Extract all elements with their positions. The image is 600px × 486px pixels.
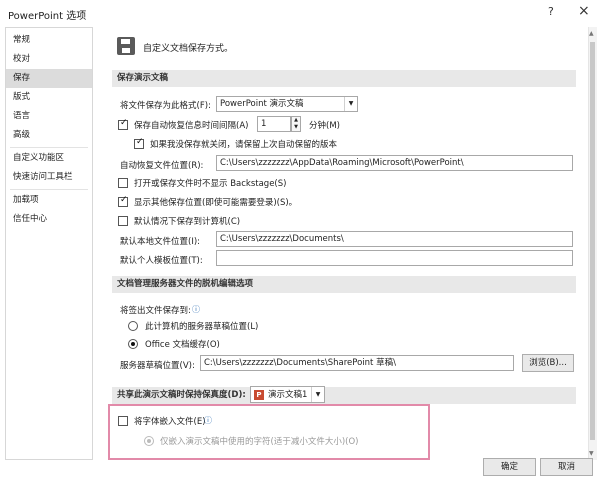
autorecover-minutes-input[interactable]: 1 <box>257 116 291 132</box>
info-icon: ⓘ <box>192 305 200 314</box>
section-offline-editing: 文档管理服务器文件的脱机编辑选项 <box>112 276 576 293</box>
other-locations-checkbox[interactable] <box>118 195 128 207</box>
server-drafts-radio[interactable] <box>128 321 138 331</box>
title-bar <box>0 0 600 26</box>
save-format-value: PowerPoint 演示文稿 <box>220 99 304 109</box>
scroll-up-icon[interactable]: ▲ <box>589 30 594 37</box>
browse-button[interactable]: 浏览(B)... <box>522 354 574 372</box>
panel-heading: 自定义文档保存方式。 <box>143 44 234 54</box>
nav-layout[interactable]: 版式 <box>6 88 92 107</box>
nav-language[interactable]: 语言 <box>6 107 92 126</box>
nav-quick-access[interactable]: 快速访问工具栏 <box>6 168 92 187</box>
options-navigation: 常规 校对 保存 版式 语言 高级 自定义功能区 快速访问工具栏 加载项 信任中… <box>5 27 93 460</box>
template-location-label: 默认个人模板位置(T): <box>120 256 203 266</box>
stepper-down-icon[interactable]: ▼ <box>292 124 300 131</box>
section-save-presentation: 保存演示文稿 <box>112 70 576 87</box>
backstage-checkbox[interactable] <box>118 178 128 188</box>
office-cache-radio[interactable] <box>128 339 138 349</box>
fidelity-document-select[interactable]: P 演示文稿1 ▼ <box>250 386 325 403</box>
nav-proofing[interactable]: 校对 <box>6 50 92 69</box>
highlight-annotation-box <box>108 404 430 460</box>
minutes-stepper[interactable]: ▲ ▼ <box>291 116 301 132</box>
drafts-location-input[interactable]: C:\Users\zzzzzzz\Documents\SharePoint 草稿… <box>200 355 514 371</box>
chevron-down-icon: ▼ <box>311 387 324 402</box>
template-location-input[interactable] <box>216 250 573 266</box>
nav-divider <box>10 147 88 148</box>
help-icon[interactable]: ? <box>548 5 554 18</box>
other-locations-label: 显示其他保存位置(即使可能需要登录)(S)。 <box>134 198 298 208</box>
server-drafts-label: 此计算机的服务器草稿位置(L) <box>145 322 259 332</box>
chevron-down-icon: ▼ <box>344 97 357 111</box>
local-location-label: 默认本地文件位置(I): <box>120 237 201 247</box>
backstage-label: 打开或保存文件时不显示 Backstage(S) <box>134 179 287 189</box>
fidelity-document-name: 演示文稿1 <box>268 390 308 400</box>
scroll-down-icon[interactable]: ▼ <box>589 450 594 457</box>
nav-addins[interactable]: 加载项 <box>6 191 92 210</box>
save-disk-icon <box>117 37 135 55</box>
autorecover-checkbox[interactable] <box>118 118 128 130</box>
nav-advanced[interactable]: 高级 <box>6 126 92 145</box>
default-computer-checkbox[interactable] <box>118 216 128 226</box>
cancel-button[interactable]: 取消 <box>540 458 593 476</box>
save-format-label: 将文件保存为此格式(F): <box>120 101 211 111</box>
checkout-label: 将签出文件保存到: <box>120 306 191 316</box>
nav-general[interactable]: 常规 <box>6 31 92 50</box>
nav-custom-ribbon[interactable]: 自定义功能区 <box>6 149 92 168</box>
save-options-panel: 自定义文档保存方式。 保存演示文稿 将文件保存为此格式(F): PowerPoi… <box>99 27 587 460</box>
window-title: PowerPoint 选项 <box>8 11 87 22</box>
office-cache-label: Office 文档缓存(O) <box>145 340 220 350</box>
autorecover-location-label: 自动恢复文件位置(R): <box>120 161 204 171</box>
local-location-input[interactable]: C:\Users\zzzzzzz\Documents\ <box>216 231 573 247</box>
powerpoint-file-icon: P <box>254 390 264 400</box>
nav-divider <box>10 189 88 190</box>
default-computer-label: 默认情况下保存到计算机(C) <box>134 217 241 227</box>
minutes-unit-label: 分钟(M) <box>309 121 340 131</box>
section-fidelity: 共享此演示文稿时保持保真度(D): <box>112 387 576 404</box>
stepper-up-icon[interactable]: ▲ <box>292 117 300 124</box>
nav-trust-center[interactable]: 信任中心 <box>6 210 92 229</box>
fidelity-label: 共享此演示文稿时保持保真度(D): <box>117 390 246 400</box>
drafts-location-label: 服务器草稿位置(V): <box>120 361 195 371</box>
close-icon[interactable]: × <box>578 3 590 19</box>
autorecover-label: 保存自动恢复信息时间间隔(A) <box>134 121 249 131</box>
autorecover-location-input[interactable]: C:\Users\zzzzzzz\AppData\Roaming\Microso… <box>216 155 573 171</box>
keep-last-checkbox[interactable] <box>134 137 144 149</box>
keep-last-label: 如果我没保存就关闭，请保留上次自动保留的版本 <box>150 140 338 150</box>
nav-save[interactable]: 保存 <box>6 69 92 88</box>
ok-button[interactable]: 确定 <box>483 458 536 476</box>
save-format-select[interactable]: PowerPoint 演示文稿 ▼ <box>216 96 358 112</box>
scroll-thumb[interactable] <box>590 42 595 440</box>
